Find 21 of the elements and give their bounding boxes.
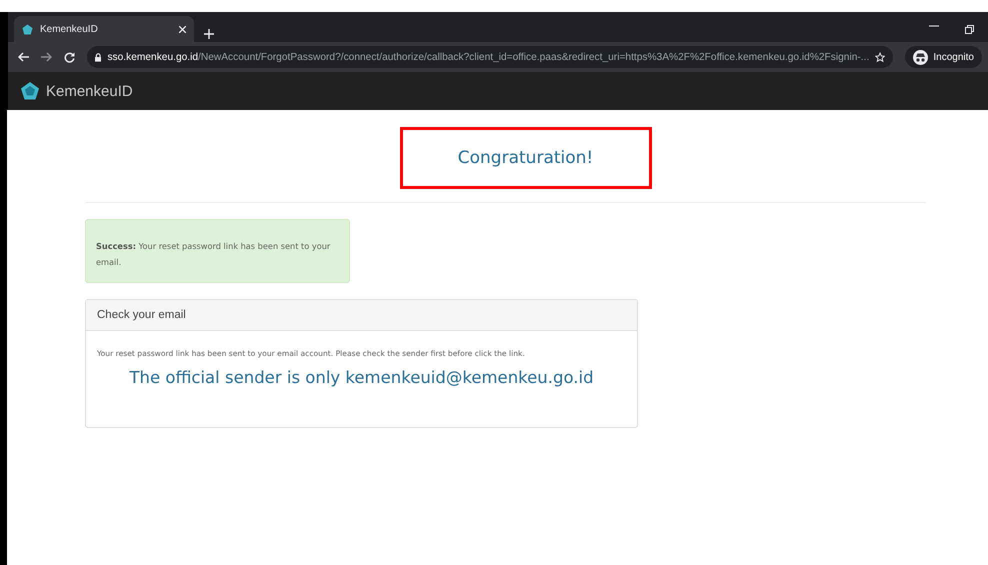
sender-notice: The official sender is only kemenkeuid@kemenkeu.go.id — [128, 368, 595, 387]
brand-name[interactable]: KemenkeuID — [46, 82, 133, 100]
star-icon[interactable] — [875, 52, 886, 62]
back-icon[interactable] — [18, 52, 29, 62]
browser-tab[interactable]: KemenkeuID — [14, 16, 194, 42]
pentagon-logo-icon — [20, 81, 40, 101]
restore-icon[interactable] — [965, 25, 974, 34]
card-header: Check your email — [86, 300, 637, 331]
page-heading: Congraturation! — [400, 127, 652, 189]
pentagon-logo-icon — [22, 24, 33, 34]
new-tab-icon[interactable] — [204, 29, 214, 39]
minimize-icon[interactable] — [929, 25, 939, 27]
address-bar[interactable]: sso.kemenkeu.go.id/NewAccount/ForgotPassword?/connect/authorize/callback?client_id=office.paas&redirect_uri=https%3A%2F%2Foffice.kemenkeu.go.id%2Fsignin-... — [87, 46, 894, 68]
reload-icon[interactable] — [64, 52, 75, 62]
url-text: sso.kemenkeu.go.id/NewAccount/ForgotPassword?/connect/authorize/callback?client_id=office.paas&redirect_uri=https%3A%2F%2Foffice.kemenkeu.go.id%2Fsignin-... — [107, 52, 870, 62]
forward-icon[interactable] — [41, 52, 52, 62]
incognito-icon — [913, 50, 928, 64]
incognito-button[interactable]: Incognito — [905, 46, 982, 68]
close-icon[interactable] — [179, 26, 186, 32]
success-alert: Success: Your reset password link has been sent to your email. — [85, 219, 350, 283]
lock-icon — [95, 52, 102, 62]
